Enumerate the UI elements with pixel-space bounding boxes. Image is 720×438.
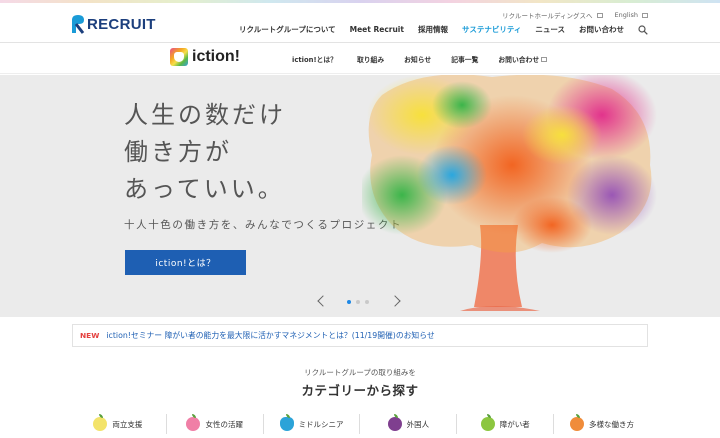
carousel-dot[interactable] xyxy=(365,300,369,304)
category-eyebrow: リクルートグループの取り組みを xyxy=(304,368,416,377)
about-iction-button[interactable]: iction!とは？ xyxy=(125,250,246,275)
news-link-text[interactable]: iction!セミナー 障がい者の能力を最大限に活かすマネジメントとは？(11/… xyxy=(106,330,434,341)
global-header: RECRUIT リクルートホールディングスへ English リクルートグループ… xyxy=(0,3,720,43)
category-title: カテゴリーから探す xyxy=(301,383,419,398)
search-icon[interactable] xyxy=(638,24,648,35)
category-foreigners[interactable]: 外国人 xyxy=(360,414,458,434)
carousel-dots xyxy=(347,300,369,304)
hero-title-line: あっていい。 xyxy=(124,175,285,203)
hero-carousel: 人生の数だけ 働き方が あっていい。 十人十色の働き方を、みんなでつくるプロジェ… xyxy=(0,75,720,317)
recruit-logo-mark-icon xyxy=(72,15,85,34)
holdings-link[interactable]: リクルートホールディングスへ xyxy=(502,10,603,20)
iction-hand-icon xyxy=(170,48,188,66)
iction-logo[interactable]: iction! xyxy=(170,48,240,66)
lemon-icon xyxy=(93,414,108,431)
subnav-about[interactable]: iction!とは？ xyxy=(292,54,337,64)
global-nav: リクルートグループについて Meet Recruit 採用情報 サステナビリティ… xyxy=(239,24,648,35)
category-diverse-work[interactable]: 多様な働き方 xyxy=(554,414,650,434)
category-disabilities[interactable]: 障がい者 xyxy=(457,414,555,434)
apple-icon xyxy=(480,414,495,431)
category-work-life-balance[interactable]: 両立支援 xyxy=(70,414,167,434)
subnav-initiatives[interactable]: 取り組み xyxy=(357,54,384,64)
carousel-dot[interactable] xyxy=(347,300,351,304)
nav-contact[interactable]: お問い合わせ xyxy=(579,24,624,35)
category-women[interactable]: 女性の活躍 xyxy=(167,414,264,434)
english-link[interactable]: English xyxy=(615,11,648,19)
hero-subtitle: 十人十色の働き方を、みんなでつくるプロジェクト xyxy=(124,219,403,231)
blue-fruit-icon xyxy=(279,414,294,431)
subnav-articles[interactable]: 記事一覧 xyxy=(451,54,478,64)
recruit-logo[interactable]: RECRUIT xyxy=(70,13,156,35)
subnav-notices[interactable]: お知らせ xyxy=(404,54,431,64)
nav-sustainability[interactable]: サステナビリティ xyxy=(462,24,521,35)
hero-title: 人生の数だけ 働き方が あっていい。 xyxy=(124,97,286,208)
carousel-dot[interactable] xyxy=(356,300,360,304)
external-link-icon xyxy=(541,57,548,62)
peach-icon xyxy=(186,414,201,431)
nav-careers[interactable]: 採用情報 xyxy=(418,24,448,35)
news-ticker[interactable]: NEW iction!セミナー 障がい者の能力を最大限に活かすマネジメントとは？… xyxy=(72,324,648,347)
subnav-contact[interactable]: お問い合わせ xyxy=(498,54,548,64)
utility-links: リクルートホールディングスへ English xyxy=(502,10,648,20)
category-list: 両立支援 女性の活躍 ミドルシニア 外国人 障がい者 多様な働き方 xyxy=(70,414,650,438)
subnav-links: iction!とは？ 取り組み お知らせ 記事一覧 お問い合わせ xyxy=(292,54,548,64)
iction-logo-text: iction! xyxy=(192,48,240,65)
external-link-icon xyxy=(642,12,648,18)
hero-title-line: 働き方が xyxy=(124,138,232,166)
carousel-prev-arrow-icon[interactable] xyxy=(317,295,329,307)
recruit-logo-text: RECRUIT xyxy=(87,15,156,33)
orange-icon xyxy=(570,414,585,431)
category-middle-senior[interactable]: ミドルシニア xyxy=(264,414,361,434)
watercolor-tree-illustration xyxy=(362,75,657,311)
plum-icon xyxy=(387,414,402,431)
hero-title-line: 人生の数だけ xyxy=(124,101,286,129)
nav-news[interactable]: ニュース xyxy=(535,24,565,35)
iction-subnav: iction! iction!とは？ 取り組み お知らせ 記事一覧 お問い合わせ xyxy=(0,44,720,74)
external-link-icon xyxy=(596,12,603,18)
new-badge: NEW xyxy=(80,331,100,340)
nav-about-group[interactable]: リクルートグループについて xyxy=(239,24,336,35)
nav-meet-recruit[interactable]: Meet Recruit xyxy=(350,25,404,34)
